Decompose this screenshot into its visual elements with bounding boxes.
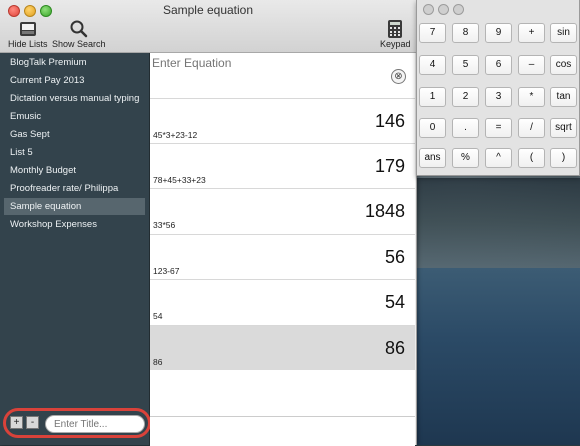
sidebar-item[interactable]: Emusic: [4, 108, 145, 125]
add-list-button[interactable]: +: [10, 416, 23, 429]
key-minus[interactable]: –: [518, 55, 545, 75]
desktop-water: [410, 268, 580, 445]
equation-result: 56: [384, 247, 405, 267]
equation-result: 1848: [364, 201, 405, 221]
equation-expression: 45*3+23-12: [153, 130, 198, 140]
title-bar: Sample equation Hide Lists Show Search K…: [0, 0, 416, 53]
key-5[interactable]: 5: [452, 55, 479, 75]
equation-input[interactable]: [150, 53, 390, 73]
show-search-label: Show Search: [52, 39, 106, 49]
key-divide[interactable]: /: [518, 118, 545, 138]
key-0[interactable]: 0: [419, 118, 446, 138]
show-search-button[interactable]: Show Search: [52, 20, 106, 49]
hide-lists-label: Hide Lists: [8, 39, 48, 49]
key-1[interactable]: 1: [419, 87, 446, 107]
keypad-label: Keypad: [380, 39, 411, 49]
clear-icon[interactable]: ⊗: [391, 69, 406, 84]
key-plus[interactable]: +: [518, 23, 545, 43]
main-window: Sample equation Hide Lists Show Search K…: [0, 0, 417, 446]
keypad-button[interactable]: Keypad: [380, 20, 411, 49]
keypad-zoom-button[interactable]: [453, 4, 464, 15]
keypad-close-button[interactable]: [423, 4, 434, 15]
sidebar: BlogTalk Premium Current Pay 2013 Dictat…: [0, 53, 150, 445]
key-3[interactable]: 3: [485, 87, 512, 107]
equation-result: 54: [384, 292, 405, 312]
key-multiply[interactable]: *: [518, 87, 545, 107]
equation-expression: 78+45+33+23: [153, 175, 206, 185]
sidebar-item[interactable]: Dictation versus manual typing: [4, 90, 145, 107]
key-open-paren[interactable]: (: [518, 148, 545, 168]
desktop-trees: [410, 178, 580, 268]
key-power[interactable]: ^: [485, 148, 512, 168]
key-tan[interactable]: tan: [550, 87, 577, 107]
key-close-paren[interactable]: ): [550, 148, 577, 168]
key-sin[interactable]: sin: [550, 23, 577, 43]
key-decimal[interactable]: .: [452, 118, 479, 138]
equation-result: 179: [374, 156, 405, 176]
tray-icon: [19, 22, 36, 36]
content-footer: [150, 416, 415, 446]
sidebar-item[interactable]: List 5: [4, 144, 145, 161]
keypad-window: 7 8 9 + sin 4 5 6 – cos 1 2 3 * tan 0 . …: [416, 0, 580, 176]
equation-result: 146: [374, 111, 405, 131]
key-cos[interactable]: cos: [550, 55, 577, 75]
sidebar-item-selected[interactable]: Sample equation: [4, 198, 145, 215]
sidebar-item[interactable]: Proofreader rate/ Philippa: [4, 180, 145, 197]
key-4[interactable]: 4: [419, 55, 446, 75]
equation-row[interactable]: 1848 33*56: [150, 188, 415, 233]
calculator-icon: [388, 20, 403, 38]
equation-expression: 86: [153, 357, 163, 367]
key-sqrt[interactable]: sqrt: [550, 118, 577, 138]
equation-row-selected[interactable]: 86 86: [150, 325, 415, 370]
equation-expression: 33*56: [153, 220, 176, 230]
equation-row[interactable]: 54 54: [150, 279, 415, 324]
equation-row[interactable]: 146 45*3+23-12: [150, 98, 415, 143]
key-8[interactable]: 8: [452, 23, 479, 43]
equation-row[interactable]: 56 123-67: [150, 234, 415, 279]
key-2[interactable]: 2: [452, 87, 479, 107]
key-percent[interactable]: %: [452, 148, 479, 168]
sidebar-item[interactable]: Current Pay 2013: [4, 72, 145, 89]
equation-expression: 123-67: [153, 266, 180, 276]
sidebar-item[interactable]: Monthly Budget: [4, 162, 145, 179]
sidebar-item[interactable]: Workshop Expenses: [4, 216, 145, 233]
remove-list-button[interactable]: -: [26, 416, 39, 429]
key-6[interactable]: 6: [485, 55, 512, 75]
window-title: Sample equation: [162, 3, 254, 17]
key-ans[interactable]: ans: [419, 148, 446, 168]
equation-row[interactable]: 179 78+45+33+23: [150, 143, 415, 188]
keypad-minimize-button[interactable]: [438, 4, 449, 15]
key-equals[interactable]: =: [485, 118, 512, 138]
search-icon: [70, 20, 88, 38]
sidebar-item[interactable]: BlogTalk Premium: [4, 54, 145, 71]
equation-panel: ⊗ 146 45*3+23-12 179 78+45+33+23 1848 33…: [150, 53, 415, 446]
title-input[interactable]: [45, 415, 145, 433]
key-7[interactable]: 7: [419, 23, 446, 43]
hide-lists-button[interactable]: Hide Lists: [8, 20, 48, 49]
sidebar-item[interactable]: Gas Sept: [4, 126, 145, 143]
equation-expression: 54: [153, 311, 163, 321]
equation-result: 86: [384, 338, 405, 358]
key-9[interactable]: 9: [485, 23, 512, 43]
